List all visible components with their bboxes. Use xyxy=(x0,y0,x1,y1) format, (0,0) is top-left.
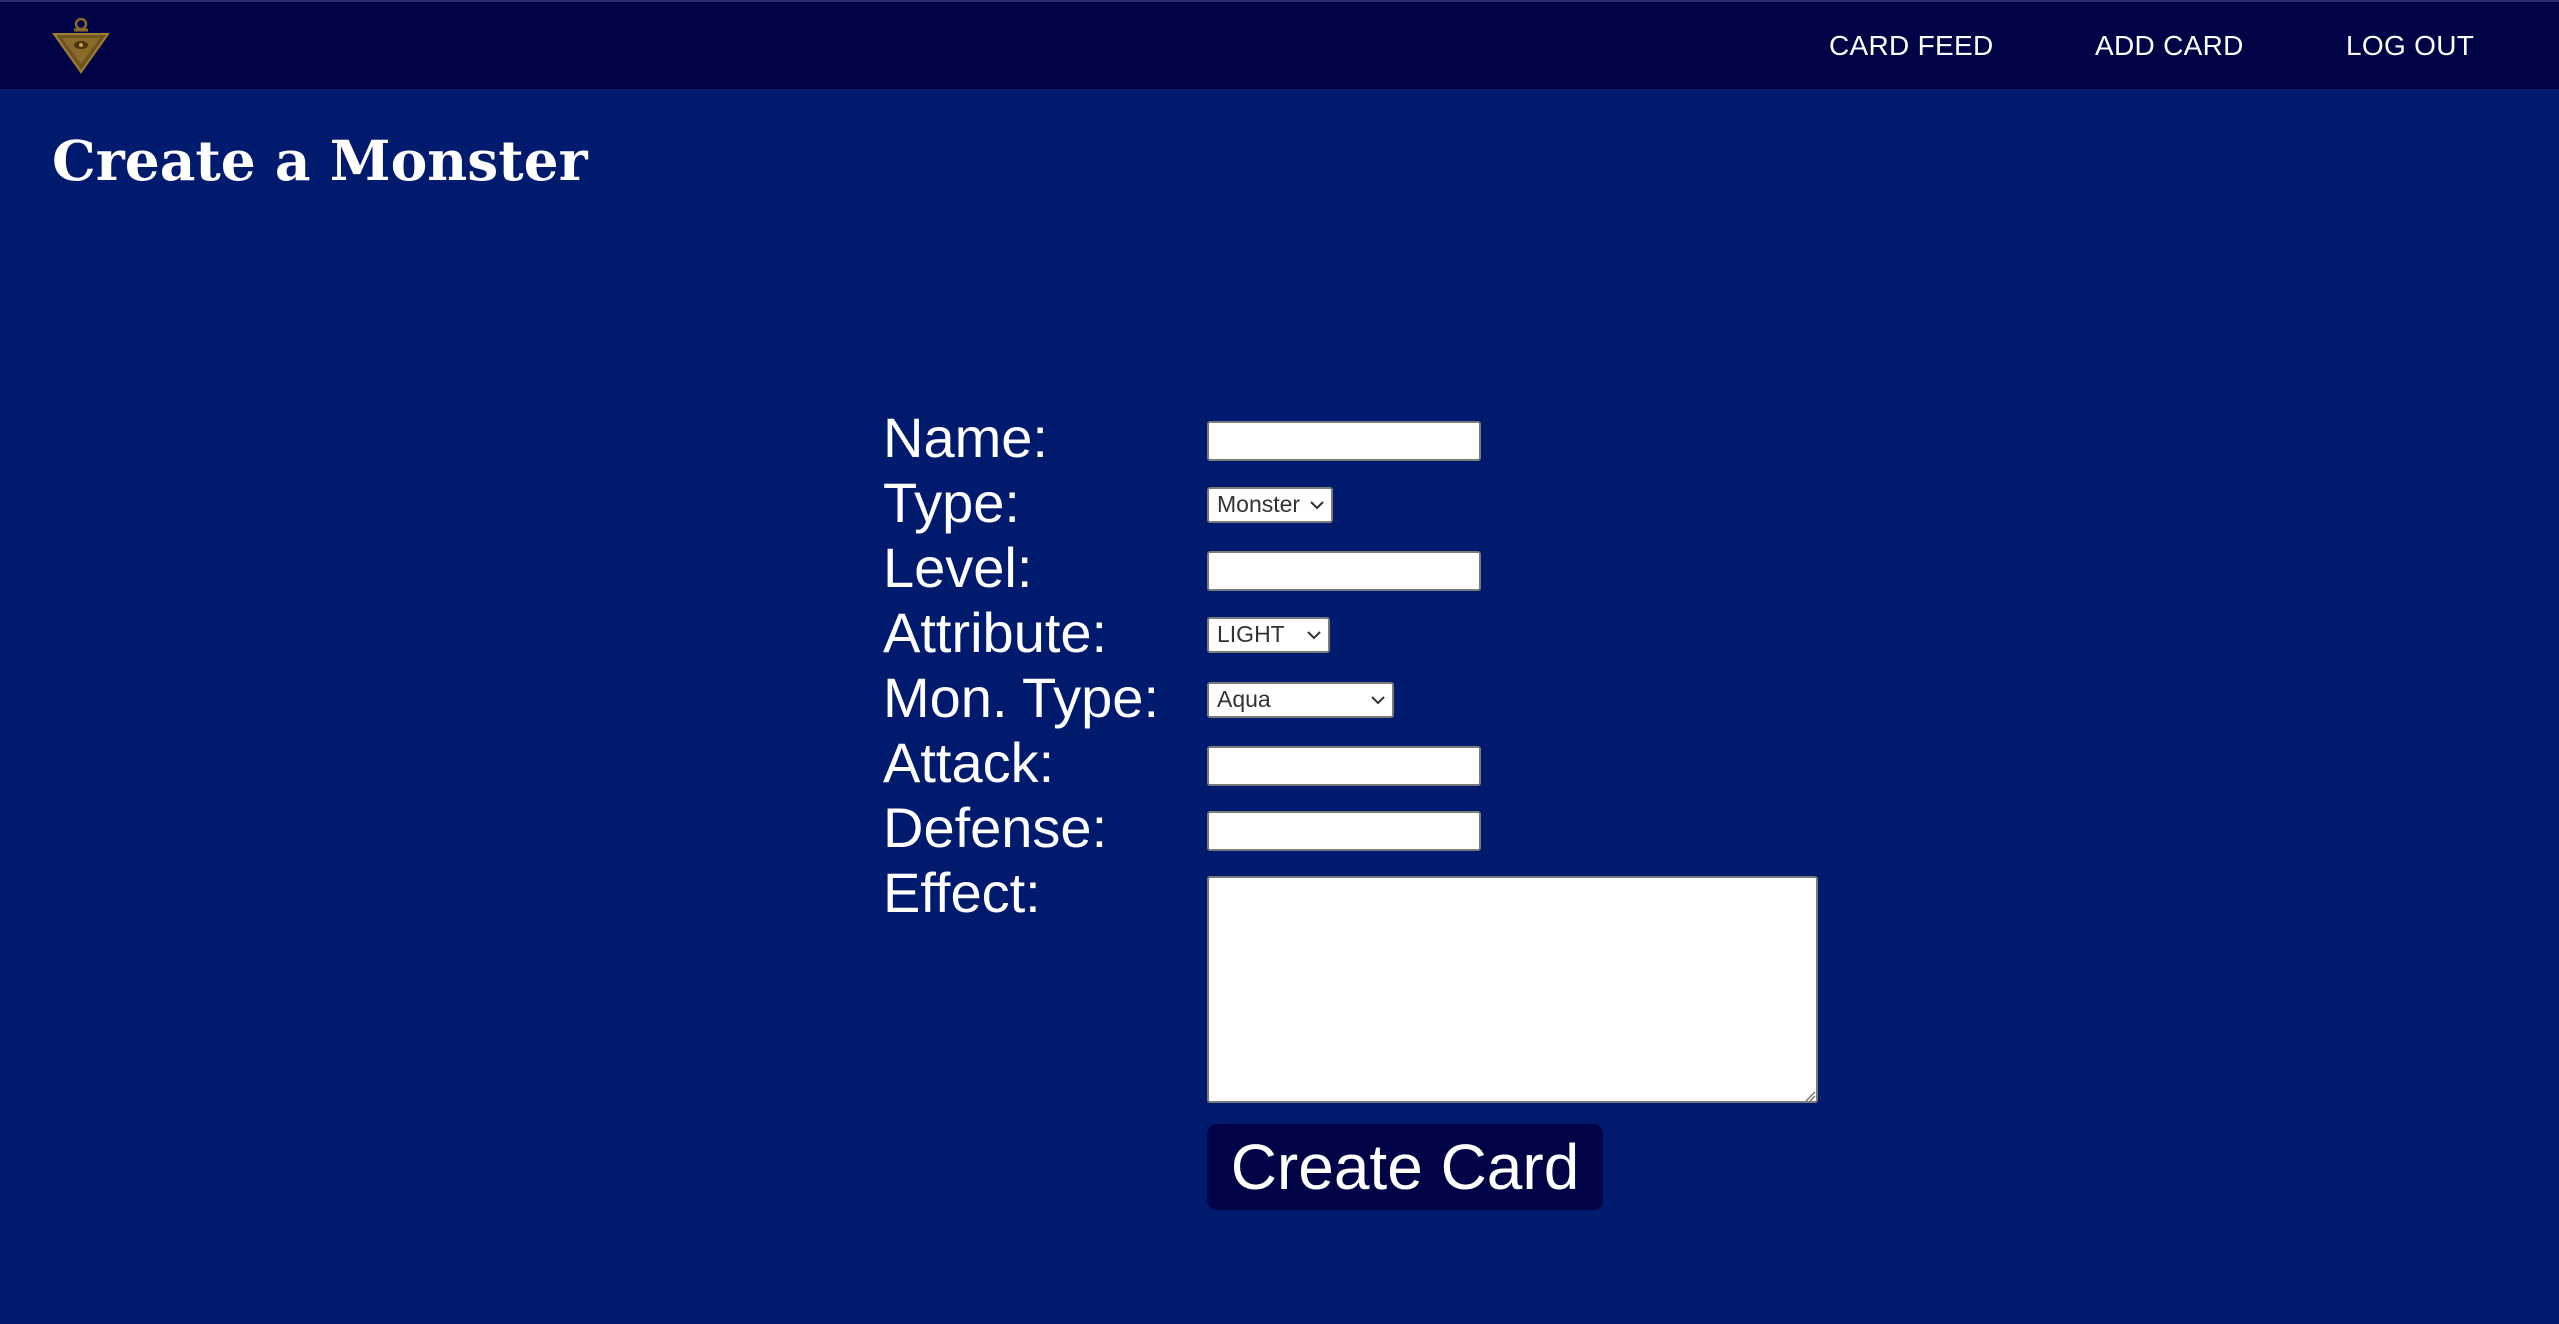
page-title: Create a Monster xyxy=(52,128,588,193)
effect-label: Effect: xyxy=(883,861,1041,924)
millennium-puzzle-icon[interactable] xyxy=(52,18,110,74)
attribute-select[interactable]: LIGHT xyxy=(1207,617,1330,653)
defense-label: Defense: xyxy=(883,796,1108,859)
top-navbar: CARD FEED ADD CARD LOG OUT xyxy=(0,0,2559,89)
nav-card-feed-link[interactable]: CARD FEED xyxy=(1829,30,1994,62)
attribute-label: Attribute: xyxy=(883,601,1108,664)
nav-log-out-link[interactable]: LOG OUT xyxy=(2346,30,2474,62)
effect-textarea[interactable] xyxy=(1207,876,1818,1103)
mon-type-select-value: Aqua xyxy=(1217,686,1271,712)
level-input[interactable] xyxy=(1207,551,1481,591)
attack-input[interactable] xyxy=(1207,746,1481,786)
create-card-button[interactable]: Create Card xyxy=(1207,1124,1603,1210)
name-label: Name: xyxy=(883,406,1048,469)
mon-type-label: Mon. Type: xyxy=(883,666,1160,729)
type-label: Type: xyxy=(883,471,1020,534)
nav-add-card-link[interactable]: ADD CARD xyxy=(2095,30,2244,62)
defense-input[interactable] xyxy=(1207,811,1481,851)
chevron-down-icon xyxy=(1310,501,1324,510)
chevron-down-icon xyxy=(1307,631,1321,640)
level-label: Level: xyxy=(883,536,1033,599)
mon-type-select[interactable]: Aqua xyxy=(1207,682,1394,718)
chevron-down-icon xyxy=(1371,696,1385,705)
type-select-value: Monster xyxy=(1217,491,1301,517)
attack-label: Attack: xyxy=(883,731,1055,794)
name-input[interactable] xyxy=(1207,421,1481,461)
resize-handle-icon[interactable] xyxy=(1804,1090,1816,1102)
attribute-select-value: LIGHT xyxy=(1217,621,1285,647)
type-select[interactable]: Monster xyxy=(1207,487,1333,523)
